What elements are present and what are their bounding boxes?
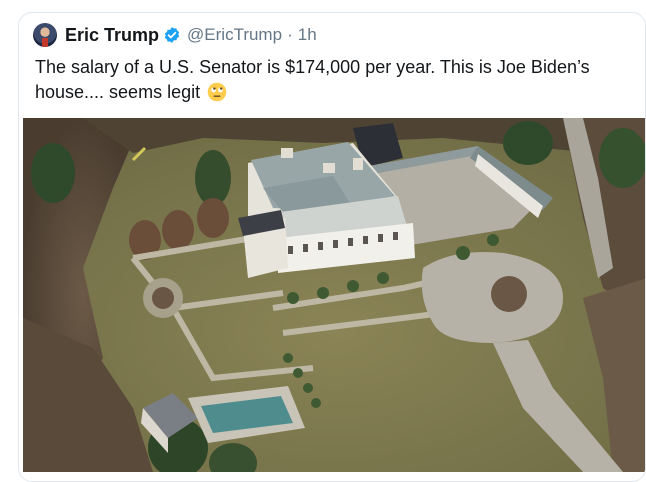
verified-badge-icon	[163, 26, 181, 44]
tweet-body: The salary of a U.S. Senator is $174,000…	[35, 57, 590, 102]
dot-separator: ·	[287, 25, 293, 44]
face-with-rolling-eyes-icon	[207, 82, 227, 102]
aerial-house-photo	[23, 118, 645, 472]
timestamp[interactable]: 1h	[298, 25, 317, 45]
author-name[interactable]: Eric Trump	[65, 25, 159, 46]
author-handle[interactable]: @EricTrump	[187, 25, 282, 45]
tweet-header: Eric Trump @EricTrump · 1h	[33, 22, 317, 48]
tweet-photo[interactable]	[23, 118, 645, 472]
avatar[interactable]	[33, 23, 57, 47]
tweet-text: The salary of a U.S. Senator is $174,000…	[35, 55, 625, 105]
tweet-card[interactable]: Eric Trump @EricTrump · 1h The salary of…	[18, 12, 646, 482]
